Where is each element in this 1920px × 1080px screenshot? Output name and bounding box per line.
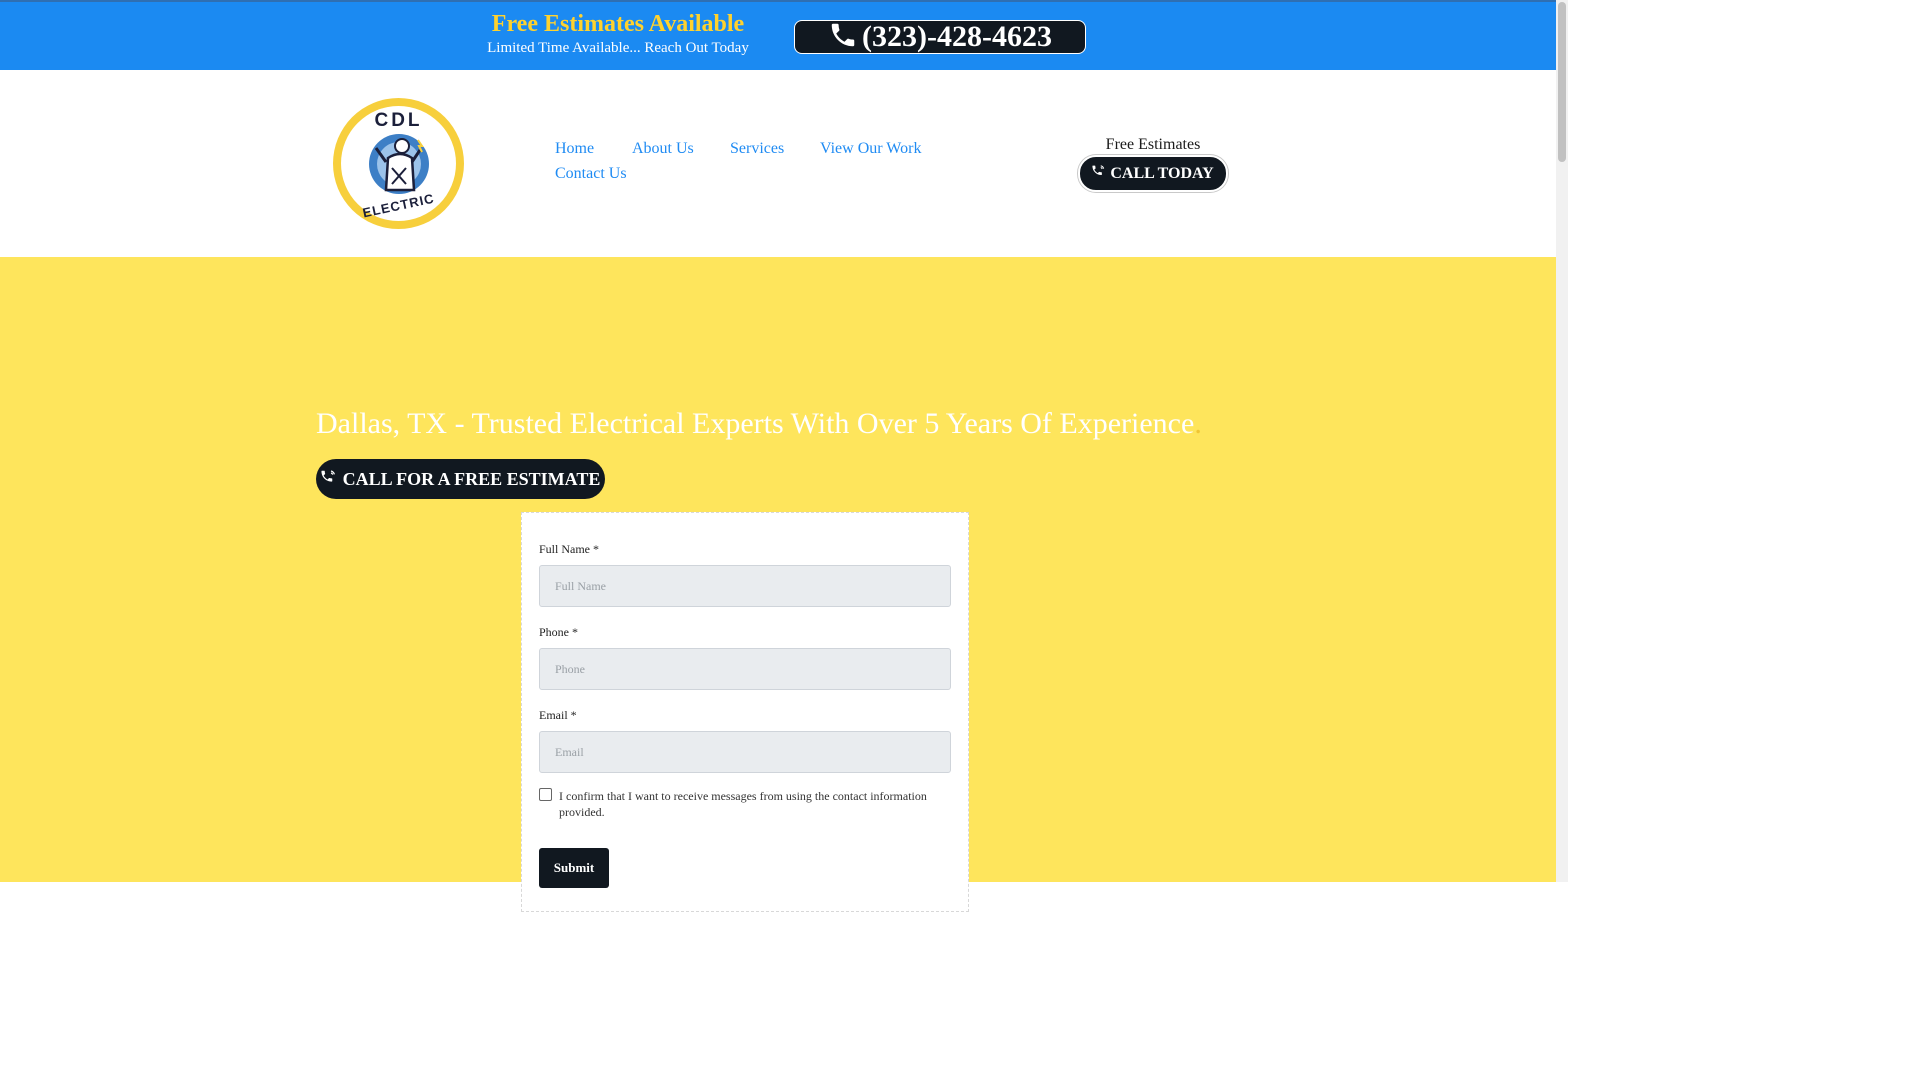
call-today-label: CALL TODAY bbox=[1110, 164, 1214, 182]
call-free-estimate-button[interactable]: CALL FOR A FREE ESTIMATE bbox=[316, 459, 605, 499]
top-phone-button[interactable]: (323)-428-4623 bbox=[794, 20, 1086, 54]
nav-view-our-work[interactable]: View Our Work bbox=[820, 140, 921, 158]
email-input[interactable] bbox=[539, 731, 951, 773]
submit-button[interactable]: Submit bbox=[539, 848, 609, 888]
phone-label: Phone * bbox=[539, 625, 578, 639]
hero-title-period: . bbox=[1194, 407, 1202, 440]
phone-ringing-icon bbox=[1092, 163, 1106, 184]
nav-home[interactable]: Home bbox=[555, 140, 594, 158]
full-name-label: Full Name * bbox=[539, 542, 599, 556]
estimate-form: Full Name * Phone * Email * I confirm th… bbox=[521, 512, 969, 912]
call-today-button[interactable]: CALL TODAY bbox=[1078, 155, 1228, 192]
nav-about-us[interactable]: About Us bbox=[632, 140, 694, 158]
promo-block: Free Estimates Available Limited Time Av… bbox=[487, 10, 749, 58]
company-logo[interactable]: CDL ELECTRIC bbox=[333, 98, 464, 229]
full-name-input[interactable] bbox=[539, 565, 951, 607]
nav-services[interactable]: Services bbox=[730, 140, 784, 158]
header-cta: Free Estimates CALL TODAY bbox=[1078, 135, 1228, 192]
top-promo-bar: Free Estimates Available Limited Time Av… bbox=[0, 0, 1556, 70]
consent-text: I confirm that I want to receive message… bbox=[559, 789, 927, 819]
hero-title: Dallas, TX - Trusted Electrical Experts … bbox=[316, 407, 1202, 441]
scrollbar-thumb[interactable] bbox=[1558, 2, 1566, 162]
promo-title: Free Estimates Available bbox=[491, 11, 745, 37]
electrician-figure-icon bbox=[369, 134, 429, 194]
nav-contact-us[interactable]: Contact Us bbox=[555, 165, 627, 183]
hero-section: Dallas, TX - Trusted Electrical Experts … bbox=[0, 257, 1556, 912]
phone-input[interactable] bbox=[539, 648, 951, 690]
email-label: Email * bbox=[539, 708, 577, 722]
phone-icon bbox=[828, 20, 858, 55]
phone-ringing-icon bbox=[321, 468, 337, 491]
promo-subtitle: Limited Time Available... Reach Out Toda… bbox=[487, 40, 749, 56]
top-phone-number: (323)-428-4623 bbox=[862, 20, 1052, 53]
consent-checkbox[interactable] bbox=[539, 788, 552, 801]
header-cta-caption: Free Estimates bbox=[1105, 136, 1201, 153]
hero-title-text: Dallas, TX - Trusted Electrical Experts … bbox=[316, 407, 1195, 440]
call-free-estimate-label: CALL FOR A FREE ESTIMATE bbox=[342, 468, 601, 489]
site-header: CDL ELECTRIC Home About Us Services View… bbox=[0, 70, 1556, 257]
